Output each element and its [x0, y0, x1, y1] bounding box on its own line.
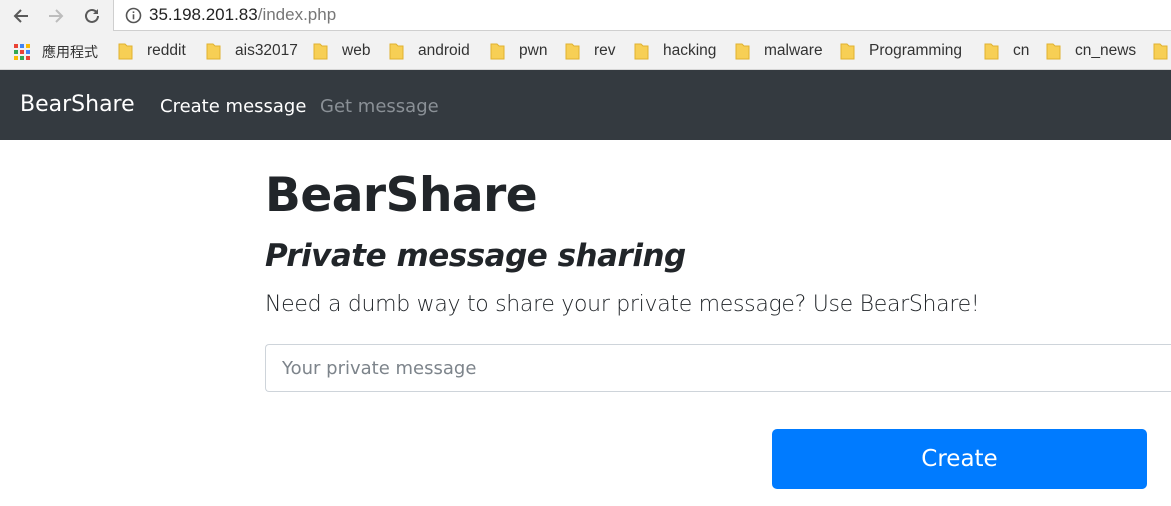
url-path: /index.php — [257, 5, 337, 24]
bookmark-label: pwn — [519, 42, 548, 59]
back-arrow-icon[interactable] — [9, 4, 33, 28]
bookmarks-bar: 應用程式 reddit ais32017 web android pwn rev… — [0, 32, 1171, 70]
folder-icon — [735, 43, 750, 60]
nav-link-get-message[interactable]: Get message — [320, 96, 439, 117]
bookmark-folder-rev[interactable]: rev — [565, 41, 616, 61]
bookmark-label: rev — [594, 42, 616, 59]
private-message-input[interactable] — [265, 344, 1171, 392]
bookmark-label: malware — [764, 42, 823, 59]
bookmark-label: ais32017 — [235, 42, 298, 59]
bookmark-folder-cn-news[interactable]: cn_news — [1046, 41, 1136, 61]
page-title: BearShare — [265, 168, 538, 223]
bookmark-folder-malware[interactable]: malware — [735, 41, 823, 61]
bookmark-label: android — [418, 42, 470, 59]
bookmark-folder-hacking[interactable]: hacking — [634, 41, 716, 61]
folder-icon — [1046, 43, 1061, 60]
reload-icon[interactable] — [80, 4, 104, 28]
folder-icon — [634, 43, 649, 60]
bookmark-folder-android[interactable]: android — [389, 41, 470, 61]
bookmark-label: cn — [1013, 42, 1030, 59]
bookmark-folder-pwn[interactable]: pwn — [490, 41, 547, 61]
bookmark-folder-overflow[interactable] — [1153, 41, 1168, 61]
create-button[interactable]: Create — [772, 429, 1147, 489]
bookmark-folder-reddit[interactable]: reddit — [118, 41, 186, 61]
site-navbar: BearShare Create message Get message — [0, 70, 1171, 140]
folder-icon — [490, 43, 505, 60]
bookmark-label: reddit — [147, 42, 186, 59]
browser-toolbar: 35.198.201.83/index.php — [0, 0, 1171, 32]
folder-icon — [1153, 43, 1168, 60]
bookmark-folder-web[interactable]: web — [313, 41, 370, 61]
folder-icon — [206, 43, 221, 60]
bookmark-apps-label: 應用程式 — [42, 45, 98, 61]
folder-icon — [565, 43, 580, 60]
bookmark-folder-cn[interactable]: cn — [984, 41, 1029, 61]
folder-icon — [984, 43, 999, 60]
url-host: 35.198.201.83 — [149, 5, 258, 24]
apps-grid-icon — [14, 44, 30, 60]
bookmark-label: hacking — [663, 42, 717, 59]
page-subtitle: Private message sharing — [265, 238, 686, 274]
url-text[interactable]: 35.198.201.83/index.php — [149, 5, 336, 25]
forward-arrow-icon[interactable] — [44, 4, 68, 28]
navbar-brand[interactable]: BearShare — [20, 92, 135, 117]
bookmark-label: web — [342, 42, 371, 59]
folder-icon — [118, 43, 133, 60]
lead-text: Need a dumb way to share your private me… — [265, 292, 980, 317]
bookmark-folder-programming[interactable]: Programming — [840, 41, 962, 61]
bookmark-label: Programming — [869, 42, 963, 59]
folder-icon — [313, 43, 328, 60]
bookmark-folder-ais32017[interactable]: ais32017 — [206, 41, 298, 61]
folder-icon — [840, 43, 855, 60]
info-icon[interactable] — [124, 6, 142, 24]
folder-icon — [389, 43, 404, 60]
bookmark-apps[interactable]: 應用程式 — [14, 42, 98, 62]
address-bar[interactable]: 35.198.201.83/index.php — [113, 0, 1171, 31]
nav-link-create-message[interactable]: Create message — [160, 96, 306, 117]
bookmark-label: cn_news — [1075, 42, 1137, 59]
